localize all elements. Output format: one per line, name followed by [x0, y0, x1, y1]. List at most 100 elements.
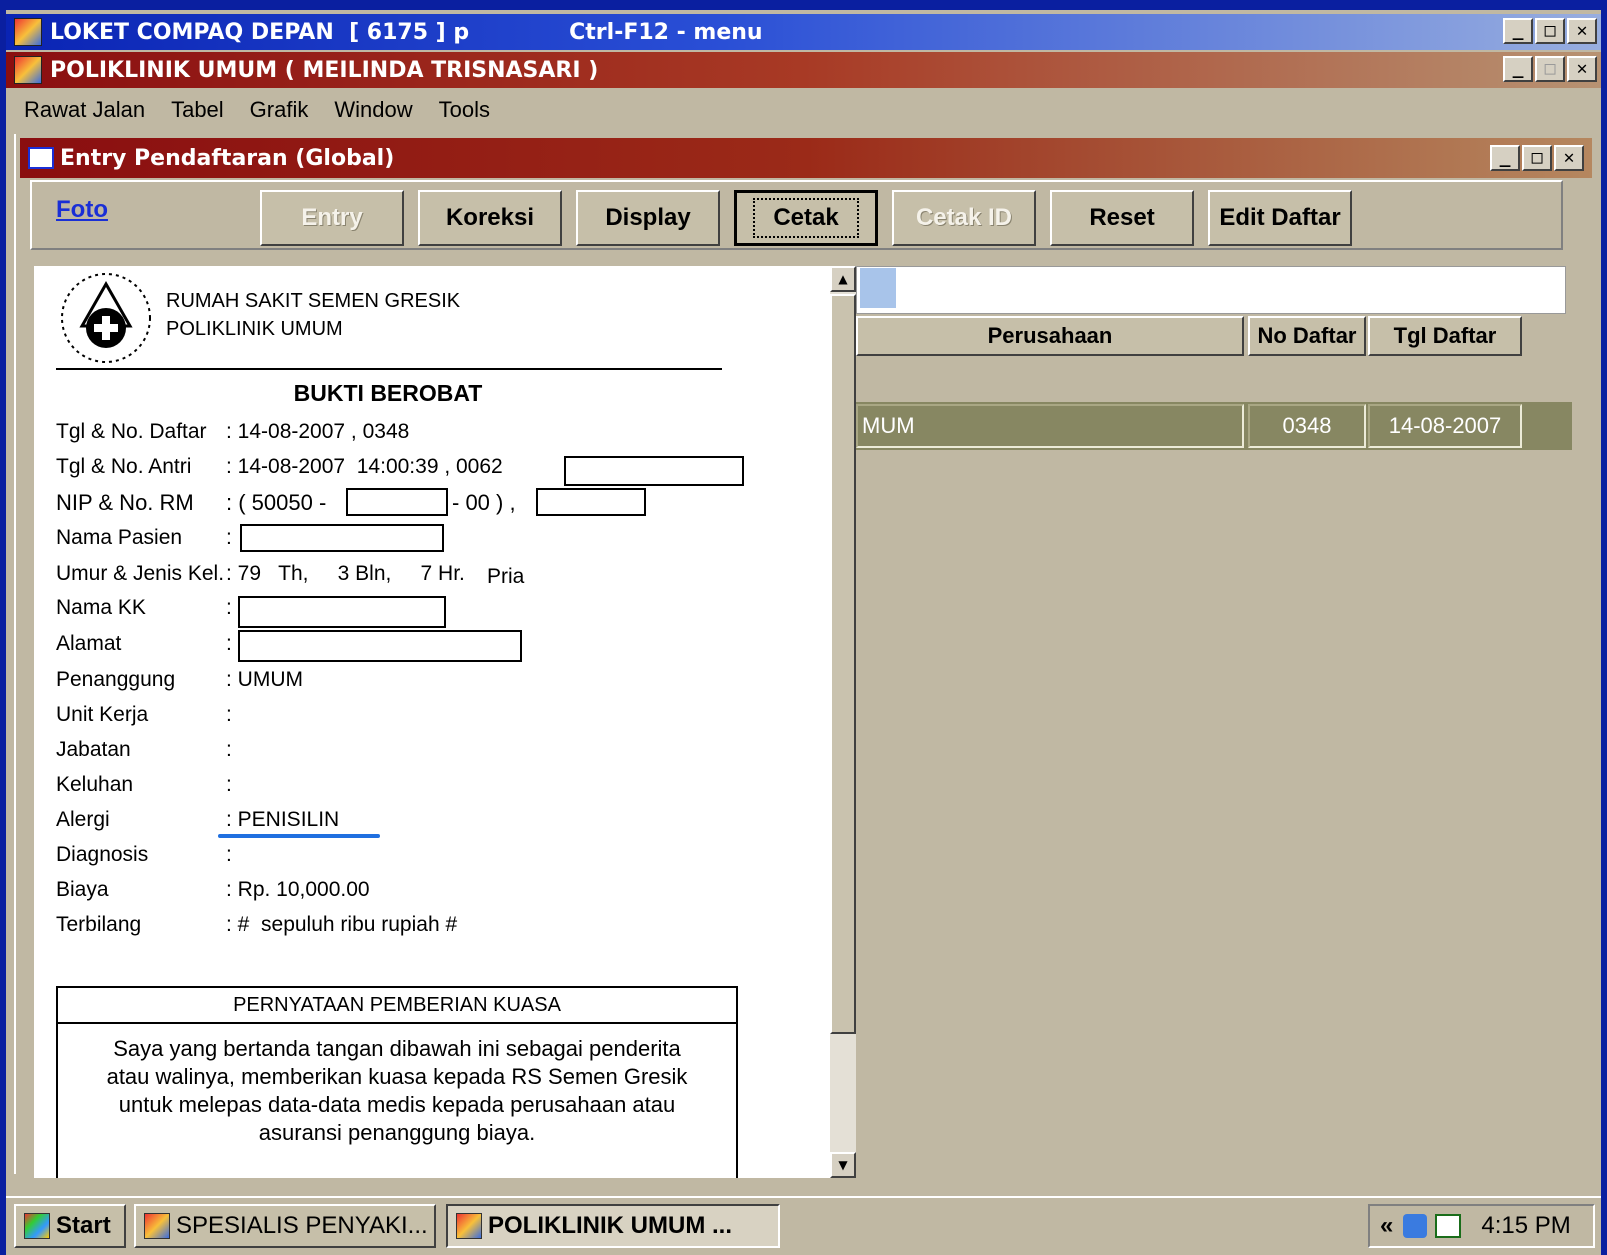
label-tgl-antri: Tgl & No. Antri [56, 455, 192, 478]
receipt-scrollbar[interactable]: ▲ ▼ [830, 266, 856, 1178]
statement-line-3: untuk melepas data-data medis kepada per… [118, 1092, 676, 1117]
koreksi-button[interactable]: Koreksi [418, 190, 562, 246]
edit-daftar-button-label: Edit Daftar [1219, 204, 1341, 231]
label-nip: NIP & No. RM [56, 490, 194, 515]
label-umur: Umur & Jenis Kel. [56, 562, 225, 585]
form-icon [28, 147, 54, 169]
search-field[interactable] [856, 266, 1566, 314]
app-icon [14, 18, 42, 46]
value-biaya: : Rp. 10,000.00 [226, 878, 370, 901]
entry-title: Entry Pendaftaran (Global) [60, 145, 395, 171]
statement-title: PERNYATAAN PEMBERIAN KUASA [233, 994, 561, 1016]
label-penanggung: Penanggung [56, 668, 176, 691]
display-button[interactable]: Display [576, 190, 720, 246]
value-alergi: : PENISILIN [226, 808, 340, 831]
menu-tools[interactable]: Tools [439, 97, 490, 123]
app-minimize-button[interactable]: _ [1503, 56, 1533, 82]
edit-daftar-button[interactable]: Edit Daftar [1208, 190, 1352, 246]
menu-rawat-jalan[interactable]: Rawat Jalan [24, 97, 145, 123]
task-spesialis-label: SPESIALIS PENYAKI... [176, 1212, 428, 1239]
cetak-button[interactable]: Cetak [734, 190, 878, 246]
column-header-perusahaan[interactable]: Perusahaan [856, 316, 1244, 356]
label-keluhan: Keluhan [56, 773, 134, 796]
scroll-thumb[interactable] [830, 294, 856, 1034]
entry-button-label: Entry [301, 204, 363, 231]
value-penanggung: : UMUM [226, 668, 303, 691]
scroll-down-icon[interactable]: ▼ [830, 1152, 856, 1178]
statement-line-4: asuransi penanggung biaya. [258, 1120, 536, 1145]
value-nama-pasien: : [226, 526, 232, 549]
search-selection [860, 268, 896, 308]
label-biaya: Biaya [56, 878, 109, 901]
tray-chevron-icon[interactable]: « [1380, 1212, 1393, 1240]
network-icon[interactable] [1403, 1214, 1428, 1238]
value-nip-suffix: - 00 ) , [452, 490, 516, 515]
app-close-button[interactable]: ✕ [1567, 56, 1597, 82]
label-alergi: Alergi [56, 808, 110, 831]
foto-link[interactable]: Foto [56, 196, 108, 224]
entry-close-button[interactable]: ✕ [1554, 145, 1584, 171]
app-titlebar: POLIKLINIK UMUM ( MEILINDA TRISNASARI ) … [6, 52, 1601, 88]
redacted-box-rm [536, 488, 646, 516]
task-poliklinik[interactable]: POLIKLINIK UMUM ... [446, 1204, 780, 1248]
header-divider [56, 368, 722, 370]
redacted-box-alamat [238, 630, 522, 662]
value-terbilang: : # sepuluh ribu rupiah # [226, 913, 458, 936]
label-diagnosis: Diagnosis [56, 843, 149, 866]
entry-button: Entry [260, 190, 404, 246]
label-tgl-daftar: Tgl & No. Daftar [56, 420, 207, 443]
label-nama-kk: Nama KK [56, 596, 146, 619]
value-tgl-daftar: : 14-08-2007 , 0348 [226, 420, 410, 443]
menu-window[interactable]: Window [334, 97, 412, 123]
redacted-box-nip [346, 488, 448, 516]
minimize-button[interactable]: _ [1503, 18, 1533, 44]
task-spesialis[interactable]: SPESIALIS PENYAKI... [134, 1204, 436, 1248]
column-header-no-daftar[interactable]: No Daftar [1248, 316, 1366, 356]
label-unit-kerja: Unit Kerja [56, 703, 149, 726]
poliklinik-icon [14, 56, 42, 84]
app-restore-button: □ [1535, 56, 1565, 82]
entry-minimize-button[interactable]: _ [1490, 145, 1520, 171]
label-terbilang: Terbilang [56, 913, 142, 936]
clinic-name: POLIKLINIK UMUM [166, 318, 343, 340]
value-diagnosis: : [226, 843, 232, 866]
statement-line-2: atau walinya, memberikan kuasa kepada RS… [106, 1064, 688, 1089]
label-jabatan: Jabatan [56, 738, 131, 761]
app-title: POLIKLINIK UMUM ( MEILINDA TRISNASARI ) [50, 57, 599, 83]
menu-grafik[interactable]: Grafik [250, 97, 309, 123]
hospital-name: RUMAH SAKIT SEMEN GRESIK [166, 290, 461, 312]
redacted-box-nama-pasien [240, 524, 444, 552]
menu-tabel[interactable]: Tabel [171, 97, 224, 123]
redacted-box-nama-kk [238, 596, 446, 628]
menubar: Rawat Jalan Tabel Grafik Window Tools [6, 90, 1601, 130]
close-button[interactable]: ✕ [1567, 18, 1597, 44]
cell-perusahaan: MUM [856, 404, 1244, 448]
receipt-preview: RUMAH SAKIT SEMEN GRESIK POLIKLINIK UMUM… [34, 266, 830, 1178]
statement-divider [56, 1022, 738, 1024]
vc-tray-icon[interactable] [1435, 1214, 1462, 1238]
label-alamat: Alamat [56, 632, 122, 655]
value-umur: : 79 Th, 3 Bln, 7 Hr. [226, 562, 465, 585]
hospital-logo [61, 273, 151, 363]
cetak-button-label: Cetak [753, 198, 859, 238]
scroll-up-icon[interactable]: ▲ [830, 266, 856, 292]
cell-tgl-daftar: 14-08-2007 [1368, 404, 1522, 448]
poliklinik-app-icon [456, 1213, 482, 1239]
column-header-tgl-daftar[interactable]: Tgl Daftar [1368, 316, 1522, 356]
alergi-underline [218, 834, 380, 838]
spesialis-app-icon [144, 1213, 170, 1239]
cetak-id-button: Cetak ID [892, 190, 1036, 246]
start-button[interactable]: Start [14, 1204, 126, 1248]
maximize-button[interactable]: □ [1535, 18, 1565, 44]
value-tgl-antri: : 14-08-2007 14:00:39 , 0062 [226, 455, 503, 478]
reset-button-label: Reset [1089, 204, 1155, 231]
clock[interactable]: 4:15 PM [1481, 1212, 1570, 1240]
redacted-box-antri [564, 456, 744, 486]
menu-shortcut-hint: Ctrl-F12 - menu [569, 19, 763, 45]
reset-button[interactable]: Reset [1050, 190, 1194, 246]
entry-maximize-button[interactable]: □ [1522, 145, 1552, 171]
task-poliklinik-label: POLIKLINIK UMUM ... [488, 1212, 732, 1239]
value-keluhan: : [226, 773, 232, 796]
entry-titlebar: Entry Pendaftaran (Global) _ □ ✕ [20, 138, 1592, 178]
system-tray: « 4:15 PM [1368, 1204, 1595, 1248]
